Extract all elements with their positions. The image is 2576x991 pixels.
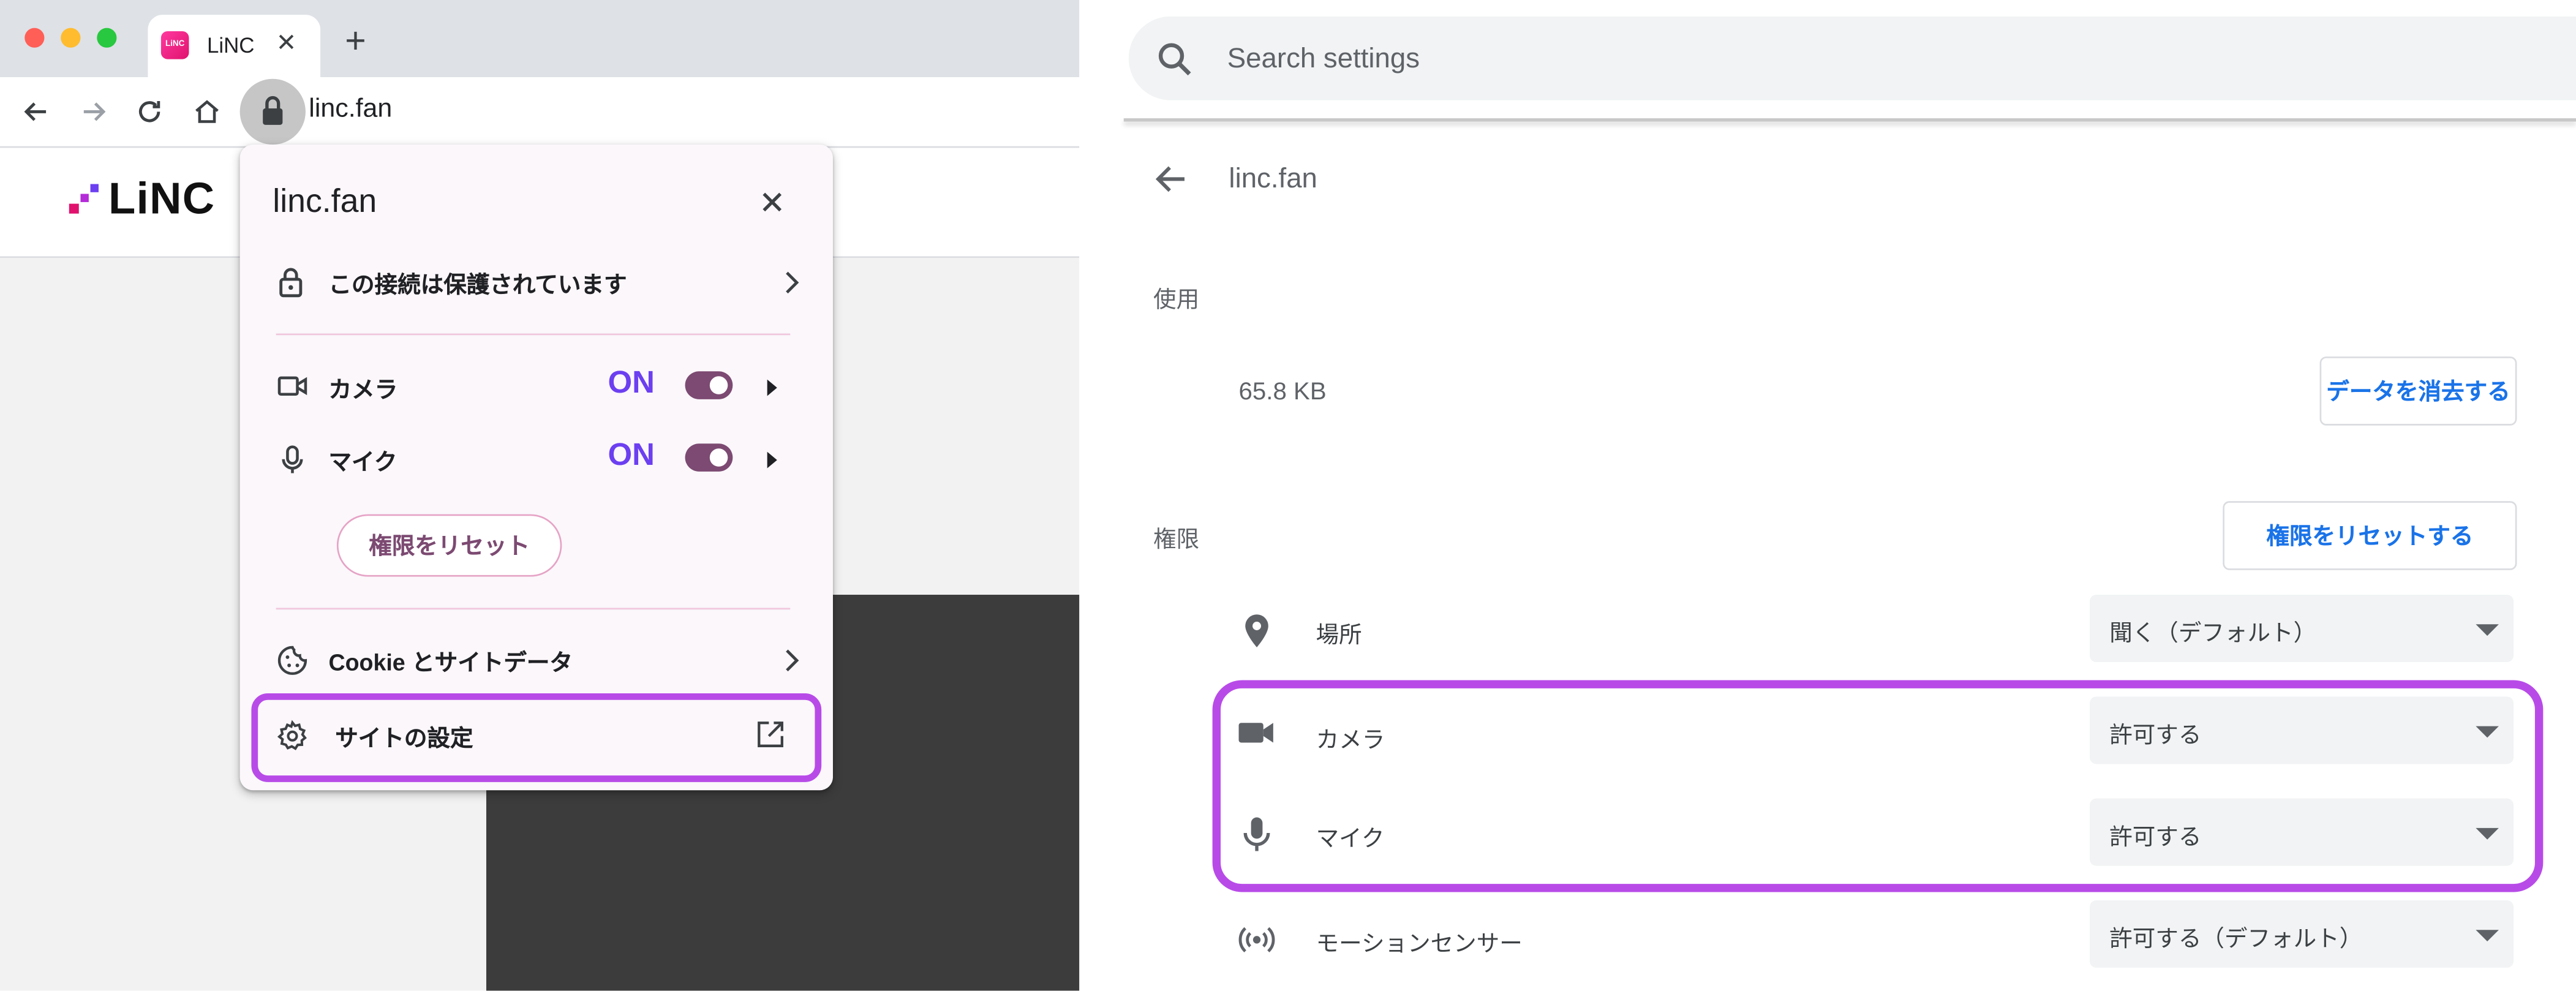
settings-search-bar[interactable]: Search settings (1128, 16, 2576, 100)
search-icon (1158, 43, 1191, 76)
back-arrow-icon[interactable] (1153, 161, 1189, 197)
site-title: linc.fan (1229, 162, 1317, 194)
connection-secure-row[interactable]: この接続は保護されています (276, 258, 802, 307)
mic-state: ON (608, 439, 655, 473)
camera-mic-highlight (1212, 680, 2544, 892)
back-arrow-icon[interactable] (20, 96, 53, 129)
tab-close-icon[interactable]: ✕ (276, 28, 297, 58)
tab-strip: LiNC LiNC ✕ + (0, 0, 1080, 78)
dropdown-caret-icon (2476, 624, 2499, 636)
tab-title: LiNC (206, 32, 255, 58)
permissions-section-label: 権限 (1153, 526, 1200, 552)
gear-icon (277, 720, 307, 750)
search-input[interactable]: Search settings (1227, 43, 1420, 76)
browser-window: LiNC LiNC ✕ + linc.fan LiNC linc.fan この接… (0, 0, 1080, 991)
location-select-value: 聞く（デフォルト） (2109, 619, 2317, 646)
card-top-edge (1123, 118, 2576, 122)
site-info-popup: linc.fan この接続は保護されています カメラ ON マイク ON 権限を… (239, 145, 833, 791)
cookie-icon (277, 646, 307, 675)
microphone-icon (282, 445, 303, 473)
popup-close-icon[interactable] (759, 189, 785, 215)
video-camera-icon (277, 376, 307, 396)
reset-permissions-button[interactable]: 権限をリセット (336, 514, 562, 577)
forward-arrow-icon[interactable] (77, 96, 110, 129)
maximize-window-button[interactable] (97, 28, 117, 48)
camera-toggle[interactable] (685, 371, 733, 399)
location-select[interactable]: 聞く（デフォルト） (2090, 595, 2514, 663)
mic-permission-row: マイク ON (276, 435, 802, 484)
camera-label: カメラ (328, 376, 398, 403)
camera-state: ON (608, 366, 655, 401)
site-settings-label: サイトの設定 (335, 724, 473, 751)
motion-sensor-select-value: 許可する（デフォルト） (2109, 925, 2363, 952)
mic-expand-icon[interactable] (767, 451, 777, 469)
usage-value: 65.8 KB (1238, 377, 1327, 406)
location-label: 場所 (1316, 620, 1362, 647)
location-pin-icon (1245, 614, 1268, 647)
camera-permission-row: カメラ ON (276, 363, 802, 412)
mic-label: マイク (328, 448, 397, 475)
lock-icon (263, 96, 283, 125)
open-external-icon (758, 722, 783, 747)
motion-sensor-select[interactable]: 許可する（デフォルト） (2090, 900, 2514, 968)
home-icon[interactable] (190, 96, 224, 129)
connection-label: この接続は保護されています (328, 271, 627, 298)
clear-data-button[interactable]: データを消去する (2319, 356, 2517, 426)
camera-expand-icon[interactable] (767, 379, 777, 396)
popup-divider (276, 333, 791, 336)
minimize-window-button[interactable] (61, 28, 81, 48)
site-favicon: LiNC (160, 31, 189, 59)
cookies-row[interactable]: Cookie とサイトデータ (276, 636, 802, 685)
reload-icon[interactable] (133, 96, 166, 129)
settings-page: Search settings linc.fan 使用 65.8 KB データを… (1079, 0, 2576, 991)
dropdown-caret-icon (2476, 930, 2499, 942)
reset-permissions-button[interactable]: 権限をリセットする (2223, 501, 2517, 570)
chevron-right-icon (786, 271, 799, 294)
address-bar-url[interactable]: linc.fan (309, 96, 392, 125)
linc-logo: LiNC (108, 174, 216, 224)
popup-title: linc.fan (273, 184, 377, 220)
chevron-right-icon (786, 649, 799, 672)
linc-logo-mark (69, 184, 99, 214)
motion-sensor-label: モーションセンサー (1316, 930, 1523, 957)
motion-sensor-icon (1238, 927, 1275, 952)
cookies-label: Cookie とサイトデータ (328, 649, 573, 676)
new-tab-button[interactable]: + (345, 22, 366, 59)
site-settings-row[interactable]: サイトの設定 (276, 711, 792, 760)
mic-toggle[interactable] (685, 443, 733, 472)
popup-divider (276, 608, 791, 610)
usage-section-label: 使用 (1153, 285, 1200, 312)
close-window-button[interactable] (24, 28, 45, 48)
lock-icon (279, 268, 303, 298)
site-info-button[interactable] (239, 78, 306, 145)
browser-toolbar (0, 77, 1080, 148)
browser-tab[interactable]: LiNC LiNC ✕ (148, 15, 321, 78)
